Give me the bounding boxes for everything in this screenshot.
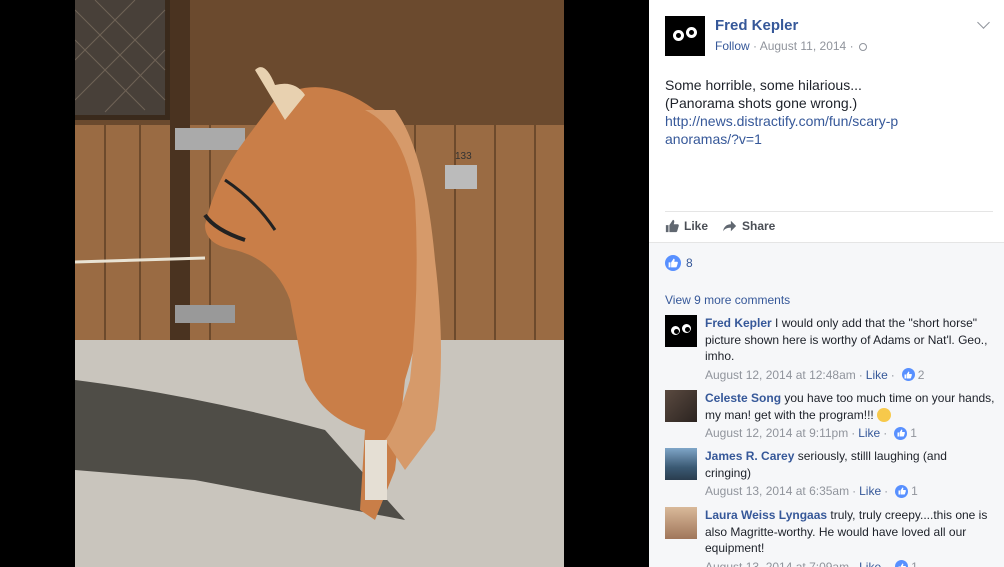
comment-time[interactable]: August 12, 2014 at 9:11pm — [705, 425, 848, 442]
comment-meta: August 12, 2014 at 12:48am · Like · 2 — [705, 367, 995, 384]
comment-meta-separator: · — [858, 367, 863, 382]
comment-time[interactable]: August 13, 2014 at 6:35am — [705, 483, 849, 500]
commenter-name[interactable]: James R. Carey — [705, 449, 794, 463]
commenter-name[interactable]: Fred Kepler — [705, 316, 772, 330]
comment-meta-separator: · — [884, 484, 889, 498]
commenter-avatar[interactable] — [665, 507, 697, 539]
comment-meta-separator: · — [852, 559, 857, 567]
thumbs-up-icon — [665, 219, 679, 233]
like-reaction-icon — [901, 368, 915, 382]
view-more-comments-link[interactable]: View 9 more comments — [665, 293, 790, 307]
post-photo[interactable]: 133 — [75, 0, 564, 567]
horse-photo-illustration: 133 — [75, 0, 564, 567]
author-name[interactable]: Fred Kepler — [715, 17, 798, 34]
stall-number: 133 — [455, 151, 472, 162]
comment-meta-separator: · — [884, 559, 889, 567]
comment-time[interactable]: August 12, 2014 at 12:48am — [705, 367, 856, 384]
commenter-avatar[interactable] — [665, 448, 697, 480]
like-reaction-icon — [665, 255, 681, 271]
share-label: Share — [742, 219, 776, 233]
comments-section: 8 View 9 more comments Fred Kepler I wou… — [649, 242, 1004, 567]
comment-meta: August 13, 2014 at 6:35am · Like · 1 — [705, 483, 995, 500]
post-text: Some horrible, some hilarious... (Panora… — [665, 76, 985, 148]
avatar-eye-icon — [671, 326, 680, 335]
comment-like-link[interactable]: Like — [859, 483, 881, 500]
comment-like-count[interactable]: 1 — [911, 559, 918, 567]
comment-meta-separator: · — [851, 426, 856, 440]
commenter-avatar[interactable] — [665, 315, 697, 347]
post-header: Fred Kepler Follow · August 11, 2014 · — [649, 0, 1004, 62]
meta-separator: · — [753, 39, 758, 53]
avatar-eye-icon — [682, 324, 691, 333]
reaction-count: 8 — [686, 256, 693, 270]
comment-time[interactable]: August 13, 2014 at 7:09am — [705, 559, 849, 567]
avatar-eye-icon — [686, 27, 697, 38]
comment-body: Laura Weiss Lyngaas truly, truly creepy.… — [705, 507, 995, 567]
commenter-name[interactable]: Celeste Song — [705, 391, 781, 405]
post-text-line: Some horrible, some hilarious... — [665, 77, 862, 93]
comment-like-count[interactable]: 2 — [918, 367, 925, 384]
comment-like-count[interactable]: 1 — [911, 483, 918, 500]
post-meta: Follow · August 11, 2014 · — [715, 39, 867, 53]
comment-meta: August 12, 2014 at 9:11pm · Like · 1 — [705, 425, 995, 442]
post-date[interactable]: August 11, 2014 — [760, 39, 847, 53]
like-label: Like — [684, 219, 709, 233]
comment-meta: August 13, 2014 at 7:09am · Like · 1 — [705, 559, 995, 567]
meta-separator: · — [849, 39, 854, 53]
commenter-name[interactable]: Laura Weiss Lyngaas — [705, 508, 827, 522]
share-arrow-icon — [723, 220, 737, 232]
post-actions: Like Share — [665, 211, 993, 242]
comment-like-count[interactable]: 1 — [910, 425, 917, 442]
comment-like-link[interactable]: Like — [858, 425, 880, 442]
comment-meta-separator: · — [883, 426, 888, 440]
comment-like-link[interactable]: Like — [859, 559, 881, 567]
comment-like-link[interactable]: Like — [866, 367, 888, 384]
post-side-panel: Fred Kepler Follow · August 11, 2014 · S… — [649, 0, 1004, 567]
post-link[interactable]: http://news.distractify.com/fun/scary-pa… — [665, 112, 905, 148]
comment-meta-separator: · — [852, 484, 857, 498]
like-reaction-icon — [894, 426, 908, 440]
globe-icon — [858, 43, 867, 51]
like-reaction-icon — [895, 484, 909, 498]
comment-meta-separator: · — [890, 367, 895, 382]
comment-body: James R. Carey seriously, stilll laughin… — [705, 448, 995, 500]
post-text-line: (Panorama shots gone wrong.) — [665, 95, 858, 111]
author-avatar[interactable] — [665, 16, 705, 56]
avatar-eye-icon — [673, 30, 684, 41]
commenter-avatar[interactable] — [665, 390, 697, 422]
wink-emoji-icon — [877, 407, 892, 422]
follow-link[interactable]: Follow — [715, 39, 750, 53]
comment-body: Celeste Song you have too much time on y… — [705, 390, 995, 442]
like-reaction-icon — [895, 560, 909, 567]
like-button[interactable]: Like — [665, 219, 708, 233]
reaction-summary[interactable]: 8 — [665, 255, 693, 271]
chevron-down-icon[interactable] — [977, 16, 990, 29]
photo-viewer: 133 — [0, 0, 649, 567]
share-button[interactable]: Share — [723, 219, 775, 233]
comment-body: Fred Kepler I would only add that the "s… — [705, 315, 995, 383]
